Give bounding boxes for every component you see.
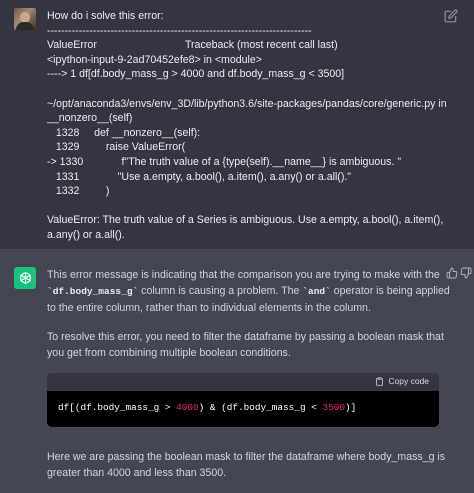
assistant-message-text: This error message is indicating that th… bbox=[47, 267, 452, 374]
inline-code: `df.body_mass_g` bbox=[47, 286, 139, 297]
user-message-line: <ipython-input-9-2ad70452efe8> in <modul… bbox=[47, 53, 262, 66]
user-avatar bbox=[14, 8, 36, 30]
copy-code-label: Copy code bbox=[388, 376, 429, 386]
user-message-line: ----> 1 df[df.body_mass_g > 4000 and df.… bbox=[47, 68, 345, 81]
assistant-paragraph-3: Here we are passing the boolean mask to … bbox=[47, 451, 446, 479]
assistant-paragraph-1: This error message is indicating that th… bbox=[47, 269, 450, 314]
user-message-line: 1329 raise ValueError( bbox=[47, 141, 186, 154]
user-message-text: How do i solve this error: --------------… bbox=[47, 9, 457, 243]
code-content: df[(df.body_mass_g > 4000) & (df.body_ma… bbox=[58, 402, 357, 413]
user-message-line: -> 1330 f"The truth value of a {type(sel… bbox=[47, 155, 402, 168]
assistant-paragraph-2: To resolve this error, you need to filte… bbox=[47, 331, 444, 359]
assistant-message-row: This error message is indicating that th… bbox=[0, 249, 474, 493]
code-block-header: Copy code bbox=[47, 373, 439, 391]
user-message-line: __nonzero__(self) bbox=[47, 112, 133, 125]
clipboard-icon bbox=[376, 376, 384, 386]
user-message-line: a.any() or a.all(). bbox=[47, 228, 125, 241]
code-block: Copy code df[(df.body_mass_g > 4000) & (… bbox=[47, 373, 439, 427]
inline-code: `and` bbox=[302, 286, 331, 297]
user-message-line: 1328 def __nonzero__(self): bbox=[47, 126, 201, 139]
user-message-line bbox=[47, 82, 457, 97]
user-message-line: ValueError Traceback (most recent call l… bbox=[47, 39, 338, 52]
user-message-line: ValueError: The truth value of a Series … bbox=[47, 214, 444, 227]
user-message-line: ~/opt/anaconda3/envs/env_3D/lib/python3.… bbox=[47, 97, 447, 110]
user-message-line: ----------------------------------------… bbox=[47, 24, 312, 37]
user-message-line: 1332 ) bbox=[47, 185, 110, 198]
user-message-line: 1331 "Use a.empty, a.bool(), a.item(), a… bbox=[47, 170, 352, 183]
copy-code-button[interactable]: Copy code bbox=[375, 376, 429, 386]
thumbs-down-icon[interactable] bbox=[460, 267, 472, 279]
edit-icon[interactable] bbox=[444, 9, 458, 23]
user-message-line bbox=[47, 199, 457, 214]
user-message-row: How do i solve this error: --------------… bbox=[0, 0, 474, 249]
openai-logo-icon bbox=[14, 267, 36, 289]
user-message-line: How do i solve this error: bbox=[47, 10, 164, 22]
